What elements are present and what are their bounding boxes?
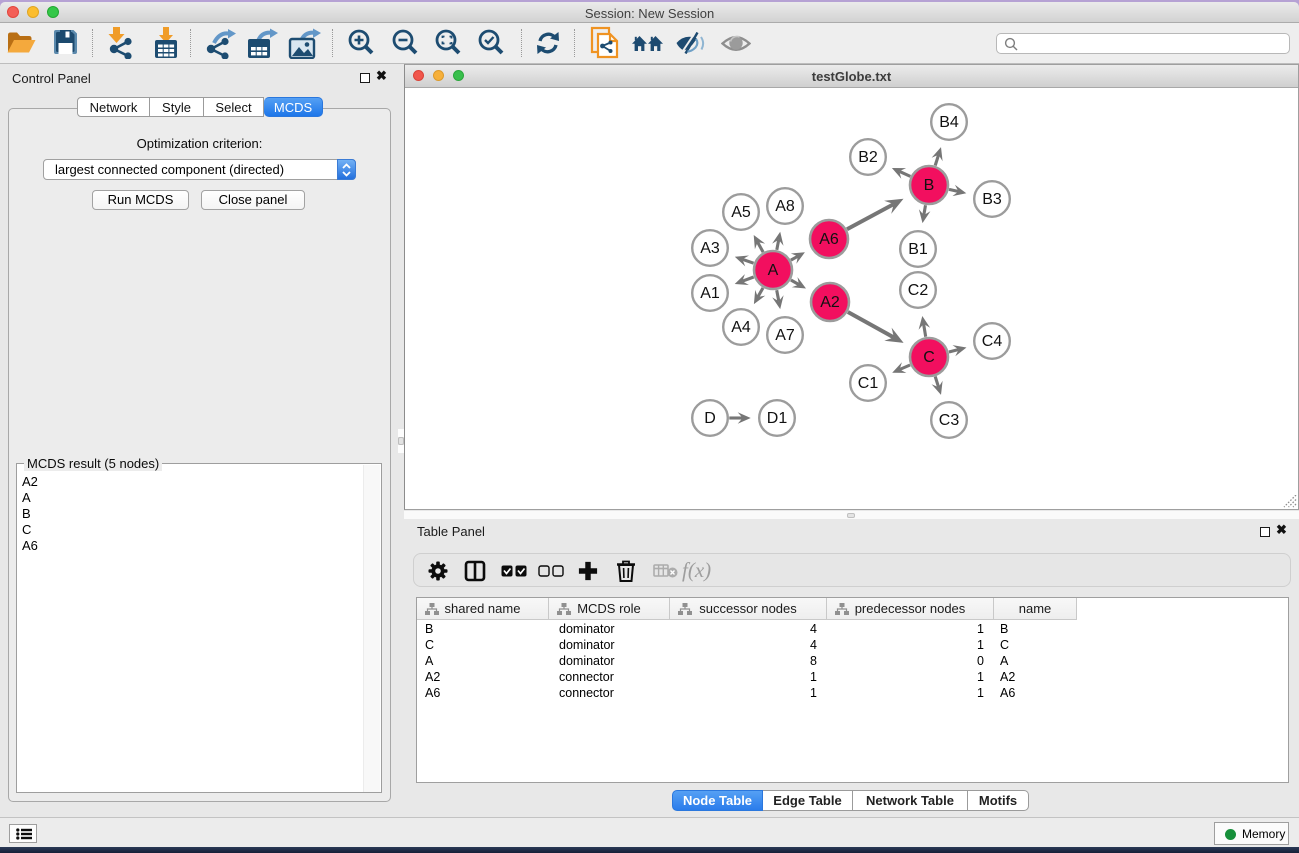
svg-text:A7: A7 — [775, 327, 795, 344]
svg-text:A8: A8 — [775, 198, 795, 215]
svg-text:B4: B4 — [939, 114, 959, 131]
svg-text:C4: C4 — [982, 333, 1003, 350]
svg-text:B1: B1 — [908, 241, 928, 258]
svg-text:A6: A6 — [819, 231, 839, 248]
svg-text:A5: A5 — [731, 204, 751, 221]
svg-text:A3: A3 — [700, 240, 720, 257]
svg-text:D1: D1 — [767, 410, 788, 427]
svg-text:D: D — [704, 410, 716, 427]
svg-text:B2: B2 — [858, 149, 878, 166]
svg-text:C2: C2 — [908, 282, 929, 299]
svg-text:A: A — [768, 262, 779, 279]
svg-text:A4: A4 — [731, 319, 751, 336]
svg-text:A2: A2 — [820, 294, 840, 311]
svg-text:C1: C1 — [858, 375, 879, 392]
svg-text:B3: B3 — [982, 191, 1002, 208]
svg-text:C: C — [923, 349, 935, 366]
svg-text:C3: C3 — [939, 412, 960, 429]
svg-text:A1: A1 — [700, 285, 720, 302]
svg-text:B: B — [924, 177, 935, 194]
